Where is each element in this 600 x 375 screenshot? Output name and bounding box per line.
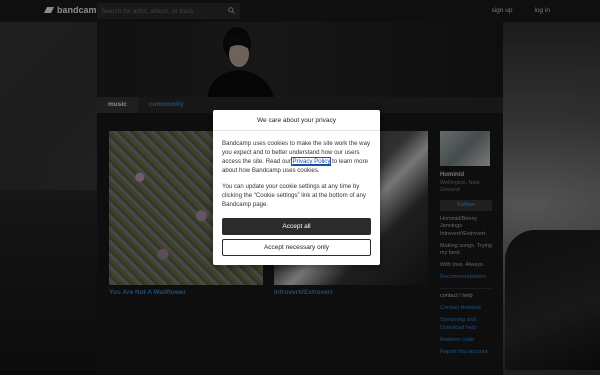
dialog-text: Bandcamp uses cookies to make the site w… (222, 139, 371, 176)
cookie-consent-dialog: We care about your privacy Bandcamp uses… (213, 110, 380, 265)
dialog-title: We care about your privacy (213, 110, 380, 131)
accept-all-button[interactable]: Accept all (222, 218, 371, 235)
privacy-policy-link[interactable]: Privacy Policy (291, 157, 332, 167)
accept-necessary-button[interactable]: Accept necessary only (222, 239, 371, 256)
dialog-text: You can update your cookie settings at a… (222, 182, 366, 208)
dialog-body: Bandcamp uses cookies to make the site w… (213, 131, 380, 209)
